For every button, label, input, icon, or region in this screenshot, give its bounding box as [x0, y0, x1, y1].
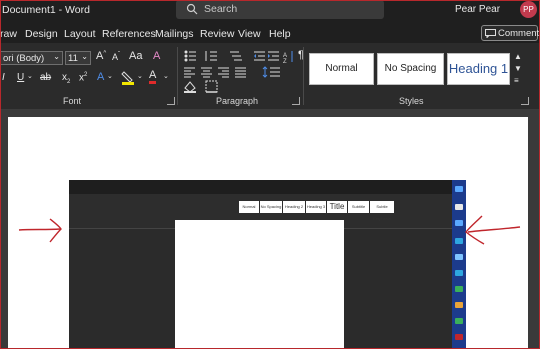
paragraph-row-2 — [184, 67, 246, 78]
taskbar-app-icon — [455, 186, 463, 192]
numbering-icon — [205, 51, 217, 61]
window-title: Document1 - Word — [2, 4, 90, 16]
taskbar-app-icon — [455, 254, 463, 260]
font-name-value: ori (Body) — [3, 53, 45, 64]
chevron-down-icon[interactable]: ⌄ — [107, 72, 113, 80]
align-right-icon — [218, 67, 229, 78]
font-name-box[interactable]: ori (Body) ⌄ — [0, 51, 63, 65]
inner-style-subtle-emphasis: Subtle Emphasis — [370, 201, 394, 221]
font-color-icon[interactable]: A — [149, 70, 157, 84]
shrink-font-icon[interactable]: Aˇ — [112, 52, 120, 62]
styles-scroll[interactable]: ▲ ▼ ≡ — [513, 52, 525, 88]
font-group-label: Font — [63, 96, 82, 106]
highlight-icon[interactable] — [121, 70, 135, 86]
tab-review[interactable]: Review — [200, 28, 234, 40]
title-bar: Document1 - Word Search Pear Pear PP — [0, 0, 540, 22]
right-arrow-annotation — [465, 215, 521, 245]
user-name[interactable]: Pear Pear — [455, 4, 500, 15]
line-spacing-icon[interactable] — [262, 66, 302, 78]
search-placeholder: Search — [204, 3, 238, 15]
chevron-down-icon: ⌄ — [81, 52, 88, 61]
paragraph-row-1: AZ — [184, 50, 293, 65]
comments-button[interactable]: Comments — [481, 25, 540, 41]
styles-group-label: Styles — [399, 96, 424, 106]
avatar[interactable]: PP — [520, 1, 537, 18]
tab-design[interactable]: Design — [25, 28, 58, 40]
bullets-icon — [184, 50, 196, 62]
tab-help[interactable]: Help — [269, 28, 291, 40]
grow-font-icon[interactable]: A^ — [96, 50, 106, 62]
comment-icon — [485, 29, 496, 38]
style-normal[interactable]: Normal — [309, 53, 374, 85]
paragraph-dialog-launcher-icon[interactable] — [292, 97, 300, 105]
decrease-indent-icon — [254, 51, 265, 61]
italic-icon[interactable]: I — [2, 72, 5, 83]
font-size-value: 11 — [68, 53, 78, 64]
justify-icon — [235, 67, 246, 78]
inner-style-normal: Normal — [239, 201, 259, 213]
style-no-spacing[interactable]: No Spacing — [377, 53, 444, 85]
chevron-down-icon[interactable]: ▼ — [514, 64, 522, 73]
font-size-box[interactable]: 11 ⌄ — [65, 51, 91, 65]
inner-document-page — [175, 220, 344, 349]
align-center-icon — [201, 67, 212, 78]
tab-draw[interactable]: raw — [0, 28, 17, 40]
styles-dialog-launcher-icon[interactable] — [521, 97, 529, 105]
group-divider — [177, 47, 178, 105]
inner-style-title: Title — [327, 201, 347, 213]
inner-menu-bar — [69, 187, 466, 194]
inner-style-heading-3: Heading 3 — [306, 201, 326, 213]
style-heading-1[interactable]: Heading 1 — [447, 53, 510, 85]
comments-label: Comments — [498, 28, 540, 39]
font-dialog-launcher-icon[interactable] — [167, 97, 175, 105]
text-effects-icon[interactable]: A — [97, 71, 104, 83]
chevron-down-icon[interactable]: ⌄ — [163, 72, 169, 80]
inner-style-no-spacing: No Spacing — [260, 201, 282, 213]
align-left-icon — [184, 67, 195, 78]
paragraph-row-3 — [184, 80, 218, 93]
superscript-icon[interactable]: x2 — [79, 72, 87, 83]
increase-indent-icon — [268, 51, 279, 61]
chevron-down-icon[interactable]: ⌄ — [27, 72, 33, 80]
chevron-up-icon[interactable]: ▲ — [514, 52, 522, 61]
tab-view[interactable]: View — [238, 28, 261, 40]
group-divider — [303, 47, 304, 105]
clear-formatting-icon[interactable]: A — [153, 50, 160, 62]
inner-title-bar — [69, 180, 466, 187]
paragraph-group-label: Paragraph — [216, 96, 259, 106]
search-box[interactable]: Search — [176, 0, 384, 19]
strikethrough-icon[interactable]: ab — [40, 72, 51, 83]
left-arrow-annotation — [18, 218, 62, 243]
taskbar-app-icon — [455, 334, 463, 340]
multilevel-list-icon — [230, 51, 242, 61]
inner-taskbar — [452, 180, 466, 349]
chevron-down-icon[interactable]: ⌄ — [137, 72, 143, 80]
underline-icon[interactable]: U — [17, 72, 24, 83]
taskbar-app-icon — [455, 318, 463, 324]
sort-icon: AZ — [283, 51, 293, 65]
svg-text:Z: Z — [283, 59, 287, 65]
more-styles-icon[interactable]: ≡ — [514, 76, 519, 85]
search-icon — [186, 3, 198, 15]
taskbar-app-icon — [455, 286, 463, 292]
taskbar-app-icon — [455, 270, 463, 276]
tab-mailings[interactable]: Mailings — [155, 28, 194, 40]
chevron-down-icon: ⌄ — [53, 52, 60, 61]
embedded-screenshot: Normal No Spacing Heading 2 Heading 3 Ti… — [69, 180, 466, 349]
menu-bar: raw Design Layout References Mailings Re… — [0, 22, 540, 43]
tab-layout[interactable]: Layout — [64, 28, 96, 40]
borders-icon — [205, 80, 218, 93]
subscript-icon[interactable]: x2 — [62, 72, 70, 85]
taskbar-app-icon — [455, 204, 463, 210]
inner-style-subtitle: Subtitle — [348, 201, 369, 213]
change-case-icon[interactable]: Aa — [129, 50, 142, 62]
inner-style-heading-2: Heading 2 — [283, 201, 305, 213]
tab-references[interactable]: References — [102, 28, 156, 40]
shading-icon — [184, 81, 196, 93]
taskbar-app-icon — [455, 302, 463, 308]
